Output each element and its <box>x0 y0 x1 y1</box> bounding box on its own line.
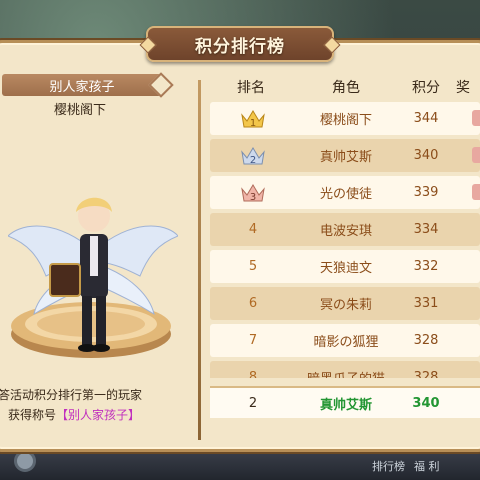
row-name: 光の使徒 <box>319 187 372 202</box>
champion-player-name: 樱桃阁下 <box>53 103 106 118</box>
window-title-plate: 积分排行榜 <box>146 26 334 62</box>
my-ranking-row: 2 真帅艾斯 340 <box>210 386 480 418</box>
bottom-menu-ranking[interactable]: 排行榜 <box>372 458 405 474</box>
row-name: 樱桃阁下 <box>319 113 372 128</box>
reward-gift-icon <box>472 147 480 163</box>
reward-title-line: 获得称号【别人家孩子】 <box>8 406 208 423</box>
row-score: 344 <box>413 111 439 126</box>
silver-crown-icon: 2 <box>241 146 265 166</box>
champion-showcase: 别人家孩子 樱桃阁下 答活动积分排行第一的玩家 获得称号【别人家孩子】 <box>0 66 200 446</box>
row-score: 328 <box>413 370 439 378</box>
ranking-row[interactable]: 4 电波安琪 334 <box>210 213 480 246</box>
honor-title-text: 别人家孩子 <box>49 79 115 95</box>
svg-text:2: 2 <box>250 155 256 166</box>
my-score: 340 <box>412 395 440 411</box>
row-rank: 6 <box>248 296 258 311</box>
bronze-crown-icon: 3 <box>241 183 265 203</box>
ranking-board: 排名 角色 积分 奖 1 樱桃阁下 344 2 真帅艾斯 340 3 光の使徒 … <box>206 74 480 444</box>
bottom-menu-bar <box>0 450 480 480</box>
honor-title-banner: 别人家孩子 <box>2 72 174 98</box>
header-name: 角色 <box>332 80 360 96</box>
reward-gift-icon <box>472 110 480 126</box>
row-score: 328 <box>413 333 439 348</box>
reward-description: 答活动积分排行第一的玩家 <box>0 388 143 402</box>
settings-gear-icon[interactable] <box>14 450 36 472</box>
reward-title-prefix: 获得称号 <box>8 408 57 422</box>
row-rank: 4 <box>248 222 258 237</box>
reward-gift-icon <box>472 184 480 200</box>
row-score: 339 <box>413 185 439 200</box>
bottom-menu-welfare[interactable]: 福 利 <box>414 458 440 474</box>
my-name: 真帅艾斯 <box>319 397 372 413</box>
row-score: 331 <box>413 296 439 311</box>
svg-text:1: 1 <box>250 118 256 129</box>
gold-crown-icon: 1 <box>241 109 265 129</box>
ranking-row[interactable]: 6 冥の朱莉 331 <box>210 287 480 320</box>
ranking-row[interactable]: 3 光の使徒 339 <box>210 176 480 209</box>
row-name: 冥の朱莉 <box>319 298 372 313</box>
ranking-header: 排名 角色 积分 奖 <box>206 74 480 100</box>
row-rank: 5 <box>248 259 258 274</box>
banner-ornament-icon <box>148 72 174 98</box>
my-rank: 2 <box>248 395 258 411</box>
reward-title-name: 【别人家孩子】 <box>56 408 141 422</box>
window-title: 积分排行榜 <box>195 36 285 57</box>
character-avatar <box>8 197 178 352</box>
ranking-row[interactable]: 1 樱桃阁下 344 <box>210 102 480 135</box>
row-score: 334 <box>413 222 439 237</box>
ranking-row[interactable]: 2 真帅艾斯 340 <box>210 139 480 172</box>
row-rank: 8 <box>248 370 258 378</box>
svg-text:3: 3 <box>250 192 256 203</box>
ranking-row[interactable]: 5 天狼迪文 332 <box>210 250 480 283</box>
row-name: 电波安琪 <box>319 224 372 239</box>
row-name: 暗影の狐狸 <box>313 335 379 350</box>
ranking-row[interactable]: 7 暗影の狐狸 328 <box>210 324 480 357</box>
row-rank: 7 <box>248 333 258 348</box>
row-score: 332 <box>413 259 439 274</box>
row-name: 天狼迪文 <box>319 261 372 276</box>
row-name: 真帅艾斯 <box>319 150 372 165</box>
row-score: 340 <box>413 148 439 163</box>
header-rank: 排名 <box>237 80 265 96</box>
panel-divider <box>198 80 201 440</box>
header-reward: 奖 <box>456 80 470 96</box>
ranking-row[interactable]: 8 暗黑爪子的猫 328 <box>210 361 480 378</box>
header-score: 积分 <box>412 80 440 96</box>
row-name: 暗黑爪子的猫 <box>296 368 396 378</box>
ranking-list[interactable]: 1 樱桃阁下 344 2 真帅艾斯 340 3 光の使徒 339 4 电波安琪 … <box>210 102 480 378</box>
